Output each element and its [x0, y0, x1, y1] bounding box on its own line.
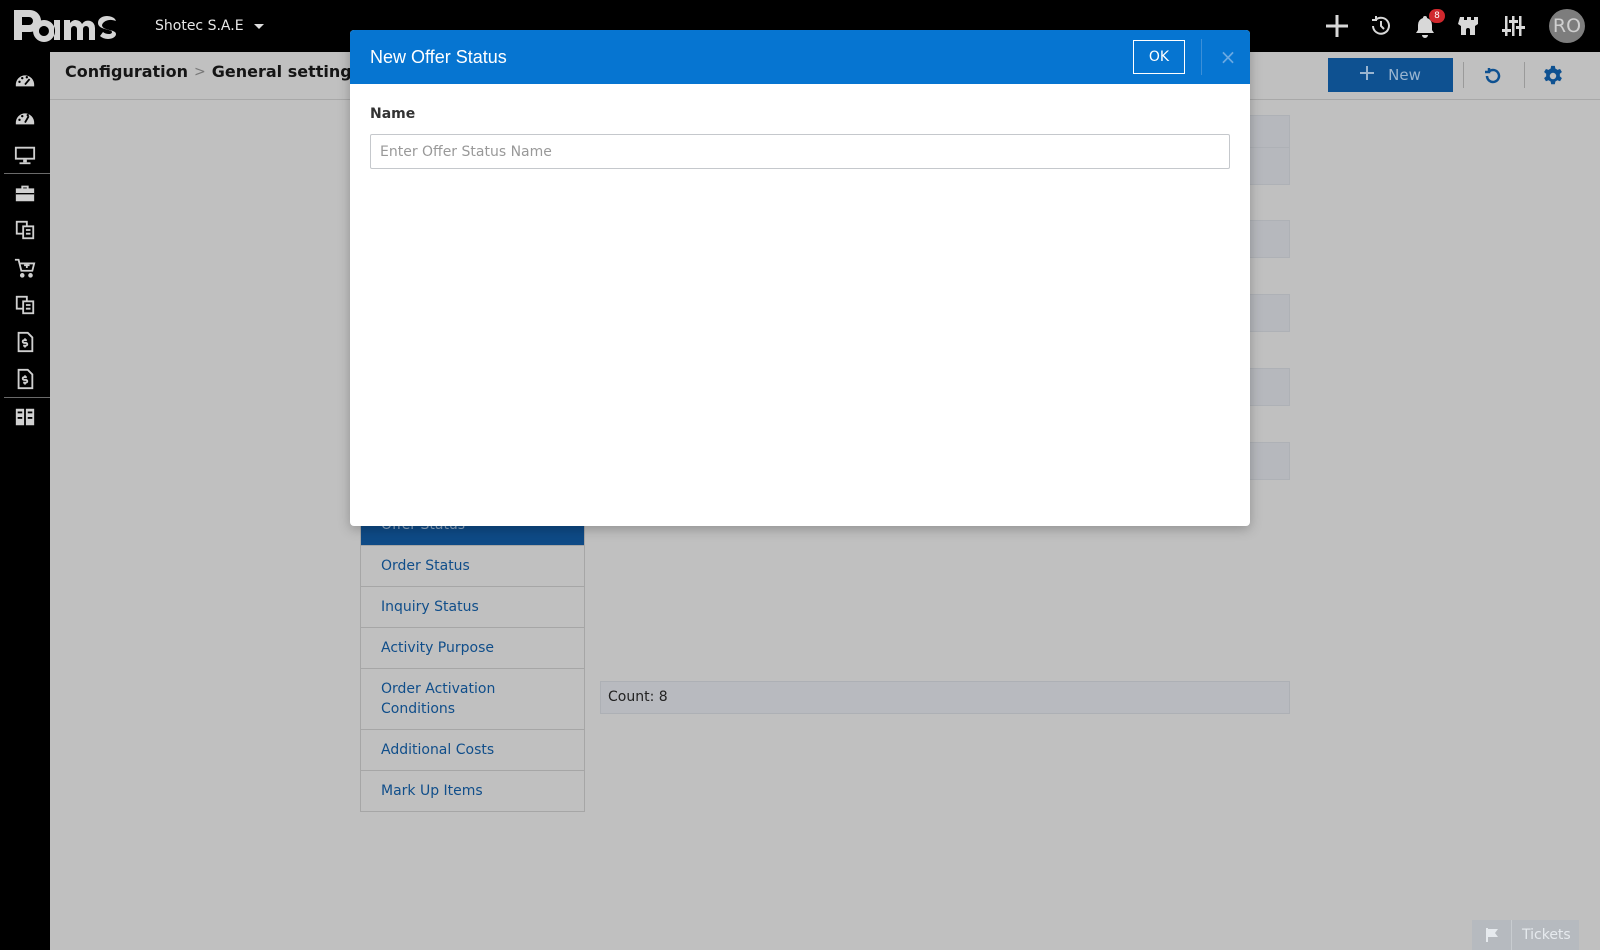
notifications-badge: 8: [1429, 9, 1445, 23]
history-icon[interactable]: [1367, 12, 1395, 40]
name-input[interactable]: [370, 134, 1230, 169]
tickets-label: Tickets: [1522, 927, 1571, 943]
toolbar-divider: [1463, 62, 1464, 88]
sliders-icon[interactable]: [1499, 12, 1527, 40]
record-count: Count: 8: [600, 681, 1290, 714]
dialog-body: Name: [350, 84, 1250, 191]
close-icon[interactable]: ×: [1216, 44, 1240, 70]
settings-item-additional-costs[interactable]: Additional Costs: [360, 730, 585, 771]
name-field-label: Name: [370, 106, 416, 122]
dialog-title: New Offer Status: [370, 46, 507, 67]
flag-icon: [1472, 920, 1512, 950]
castle-icon[interactable]: [1455, 12, 1483, 40]
dashboard-alt-icon[interactable]: [12, 105, 38, 131]
add-icon[interactable]: [1323, 12, 1351, 40]
breadcrumb-item-configuration[interactable]: Configuration: [65, 62, 188, 81]
documents-alt-icon[interactable]: [12, 292, 38, 318]
side-nav: [0, 52, 50, 950]
notifications-bell-icon[interactable]: 8: [1411, 9, 1445, 40]
dialog-header: New Offer Status OK ×: [350, 30, 1250, 84]
documents-icon[interactable]: [12, 217, 38, 243]
new-button[interactable]: New: [1328, 58, 1453, 92]
side-divider: [4, 173, 50, 174]
plus-icon: [1360, 66, 1375, 84]
side-divider: [4, 397, 50, 398]
chevron-down-icon: [253, 23, 264, 29]
company-name: Shotec S.A.E: [155, 18, 244, 34]
refresh-icon[interactable]: [1481, 64, 1505, 88]
tickets-button[interactable]: Tickets: [1472, 920, 1579, 950]
settings-item-order-status[interactable]: Order Status: [360, 546, 585, 587]
breadcrumb-item-general-settings[interactable]: General settings: [212, 62, 362, 81]
app-logo[interactable]: [10, 4, 130, 48]
chevron-right-icon: >: [194, 63, 206, 80]
settings-item-mark-up-items[interactable]: Mark Up Items: [360, 771, 585, 812]
ok-button[interactable]: OK: [1133, 40, 1185, 74]
reports-grid-icon[interactable]: [12, 404, 38, 430]
dashboard-icon[interactable]: [12, 67, 38, 93]
settings-item-order-activation-conditions[interactable]: Order Activation Conditions: [360, 669, 585, 730]
cart-icon[interactable]: [12, 255, 38, 281]
monitor-icon[interactable]: [12, 142, 38, 168]
header-divider: [1201, 39, 1202, 75]
new-button-label: New: [1388, 66, 1421, 84]
settings-item-inquiry-status[interactable]: Inquiry Status: [360, 587, 585, 628]
toolbar-divider: [1524, 62, 1525, 88]
user-avatar[interactable]: RO: [1549, 9, 1585, 43]
settings-gear-icon[interactable]: [1541, 64, 1565, 88]
invoice-dollar-icon[interactable]: [12, 329, 38, 355]
new-offer-status-dialog: New Offer Status OK × Name: [350, 30, 1250, 526]
settings-list: Offer Status Order Status Inquiry Status…: [360, 505, 585, 812]
company-selector[interactable]: Shotec S.A.E: [155, 18, 264, 34]
briefcase-icon[interactable]: [12, 180, 38, 206]
invoice-dollar-alt-icon[interactable]: [12, 366, 38, 392]
settings-item-activity-purpose[interactable]: Activity Purpose: [360, 628, 585, 669]
